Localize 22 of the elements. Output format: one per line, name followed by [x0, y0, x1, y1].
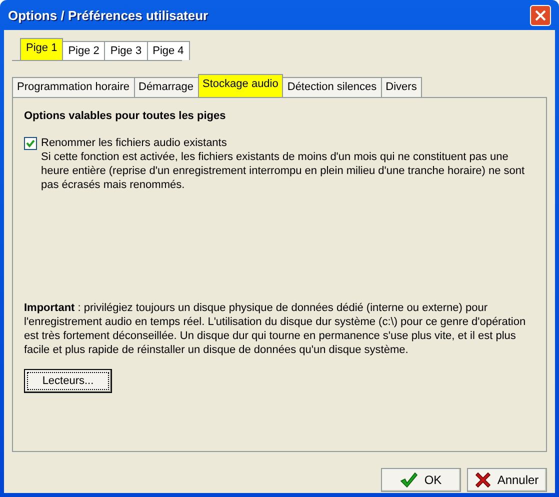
tab[interactable]: Détection silences [282, 77, 382, 97]
page-tab[interactable]: Pige 3 [104, 41, 148, 60]
close-button[interactable] [530, 4, 551, 26]
tab[interactable]: Stockage audio [198, 74, 284, 97]
checkmark-icon [400, 472, 418, 488]
drives-button[interactable]: Lecteurs... [24, 369, 112, 393]
important-note: Important : privilégiez toujours un disque physique de données dédié (interne ou externe) pour l'enregistrement audio en temps réel. L'utilisation du disque dur système (c:\) pour ce genre d'opération est très fortement déconseillée. Un disque dur qui tourne en permanence s'use plus vite, et il est plus facile et plus rapide de réinstaller un disque de données qu'un disque système. [24, 301, 527, 357]
page-tab[interactable]: Pige 2 [62, 41, 106, 60]
close-icon [535, 10, 546, 20]
tab[interactable]: Divers [380, 77, 422, 97]
checkbox-label: Renommer les fichiers audio existants [41, 136, 228, 150]
ok-button[interactable]: OK [381, 468, 461, 492]
option-description: Si cette fonction est activée, les fichiers existants de moins d'un mois qui ne constituent pas une heure entière (reprise d'un enregistrement interrompu en plein milieu d'une tranche horaire) ne sont pas écrasés mais renommés. [41, 150, 526, 192]
tab[interactable]: Programmation horaire [12, 77, 134, 97]
section-heading: Options valables pour toutes les piges [24, 110, 227, 122]
window-title: Options / Préférences utilisateur [8, 8, 208, 22]
page-tab[interactable]: Pige 1 [20, 38, 64, 60]
cancel-button[interactable]: Annuler [467, 468, 547, 492]
cross-icon [475, 472, 492, 488]
checkbox[interactable] [24, 137, 37, 150]
tab[interactable]: Démarrage [134, 77, 199, 97]
page-tab[interactable]: Pige 4 [146, 41, 190, 60]
